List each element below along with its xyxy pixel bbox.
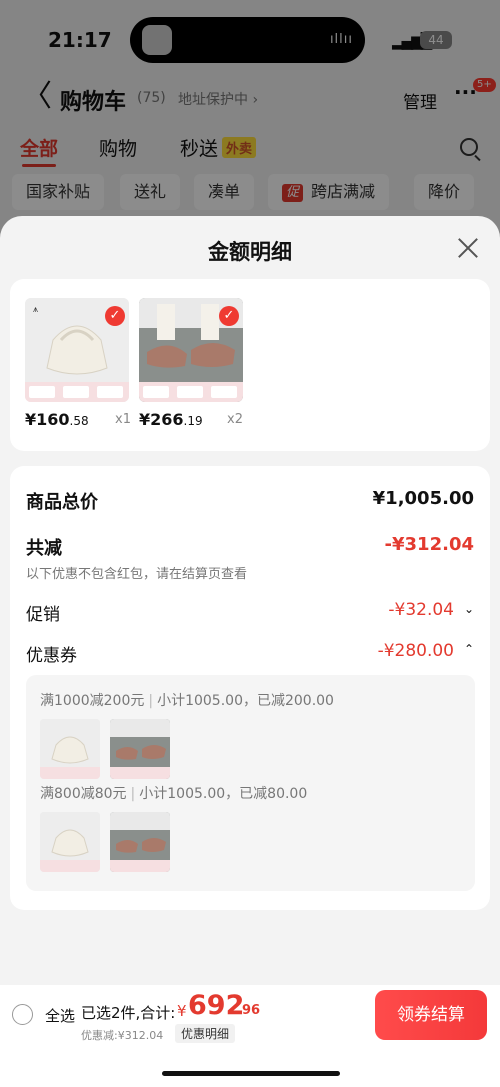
total-amount-decimal: .96	[237, 1003, 261, 1018]
coupon-product-thumb	[110, 812, 170, 872]
total-amount: 692	[188, 990, 245, 1021]
coupon-product-thumb	[40, 719, 100, 779]
checkout-button[interactable]: 领券结算	[375, 990, 487, 1040]
coupon-value[interactable]: -¥280.00	[378, 641, 454, 661]
coupon-label: 优惠券	[26, 646, 77, 666]
price-detail-card: 商品总价 ¥1,005.00 共减 -¥312.04 以下优惠不包含红包，请在结…	[10, 466, 490, 910]
svg-text:⩚: ⩚	[33, 305, 38, 315]
product-qty: x1	[115, 412, 131, 427]
select-all-radio[interactable]	[12, 1004, 33, 1025]
discount-note: 以下优惠不包含红包，请在结算页查看	[26, 567, 248, 582]
home-indicator	[162, 1071, 340, 1076]
promo-value[interactable]: -¥32.04	[388, 600, 454, 620]
promo-label: 促销	[26, 605, 60, 625]
coupon-breakdown: 满1000减200元 | 小计1005.00，已减200.00 满800减80元 | 小…	[26, 675, 475, 891]
coupon-line: 满800减80元 | 小计1005.00，已减80.00	[40, 786, 308, 802]
product-image-bag: ⩚ ✓	[25, 298, 129, 402]
selected-products-card: ⩚ ✓ ¥160.58 x1 ✓ ¥266.19 x2	[10, 279, 490, 451]
checked-icon: ✓	[105, 306, 125, 326]
selected-summary: 已选2件,合计:	[81, 1004, 176, 1022]
reduce-value: -¥312.04	[384, 534, 474, 555]
close-icon[interactable]	[457, 237, 479, 259]
product-qty: x2	[227, 412, 243, 427]
total-label: 商品总价	[26, 492, 98, 513]
coupon-product-thumb	[40, 812, 100, 872]
reduce-label: 共减	[26, 538, 62, 559]
amount-detail-sheet: 金额明细 ⩚ ✓ ¥160.58 x1 ✓ ¥266.19 x2 商品总价 ¥1…	[0, 216, 500, 1087]
product-image-shoes: ✓	[139, 298, 243, 402]
chevron-up-icon[interactable]: ⌃	[464, 642, 474, 656]
discount-detail-button[interactable]: 优惠明细	[175, 1024, 236, 1043]
total-value: ¥1,005.00	[372, 488, 474, 509]
coupon-line: 满1000减200元 | 小计1005.00，已减200.00	[40, 693, 334, 709]
discount-amount: 优惠减:¥312.04	[81, 1029, 164, 1042]
select-all-label[interactable]: 全选	[45, 1005, 75, 1026]
checkout-bar: 全选 已选2件,合计: ¥ 692 .96 优惠减:¥312.04 优惠明细 领…	[0, 985, 500, 1087]
product-price: ¥266.19	[139, 410, 203, 429]
coupon-product-thumb	[110, 719, 170, 779]
currency-symbol: ¥	[177, 1002, 187, 1020]
sheet-title: 金额明细	[208, 240, 292, 264]
chevron-down-icon[interactable]: ⌄	[464, 602, 474, 616]
checked-icon: ✓	[219, 306, 239, 326]
product-price: ¥160.58	[25, 410, 89, 429]
